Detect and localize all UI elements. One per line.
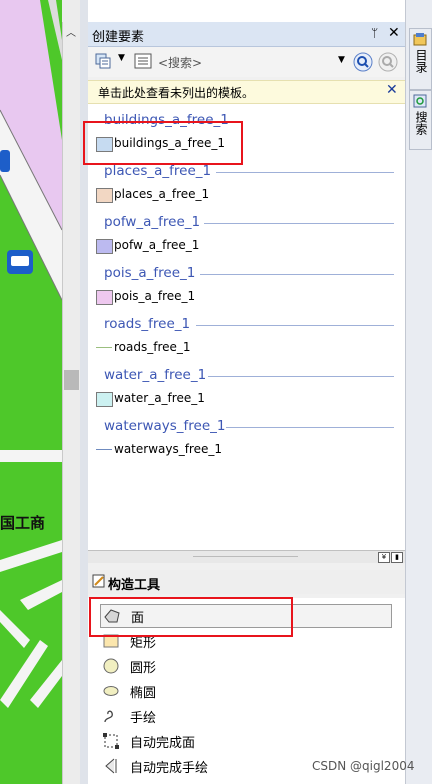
auto-complete-freehand-icon — [105, 758, 117, 774]
template-label: waterways_free_1 — [114, 442, 223, 456]
construction-tools-header: 构造工具 — [88, 570, 405, 594]
circle-icon — [103, 658, 119, 674]
panel-gap — [80, 0, 88, 784]
search-options-icon[interactable] — [378, 52, 398, 72]
hint-close-icon[interactable]: ✕ — [386, 82, 398, 98]
line-swatch — [96, 449, 112, 450]
highlight-box-template — [83, 121, 243, 165]
watermark: CSDN @qigl2004 — [312, 759, 415, 773]
search-dropdown-icon[interactable]: ▼ — [338, 55, 345, 65]
pin-icon[interactable]: ᛘ — [371, 26, 378, 40]
auto-complete-polygon-icon — [103, 733, 119, 749]
toggle-icon[interactable]: ▮ — [391, 552, 403, 563]
panel-toolbar: ▼ <搜索> ▼ — [88, 47, 405, 77]
template-label: roads_free_1 — [114, 340, 191, 354]
template-list: buildings_a_free_1 buildings_a_free_1 pl… — [88, 104, 405, 551]
tool-label: 圆形 — [130, 661, 157, 676]
fill-swatch — [96, 239, 113, 254]
tool-label: 椭圆 — [130, 686, 157, 701]
search-icon[interactable] — [353, 52, 373, 72]
template-label: pois_a_free_1 — [114, 289, 196, 303]
template-label: pofw_a_free_1 — [114, 238, 200, 252]
template-label: places_a_free_1 — [114, 187, 210, 201]
scroll-thumb[interactable] — [64, 370, 79, 390]
panel-title: 创建要素 — [92, 30, 145, 45]
map-canvas — [0, 0, 62, 708]
chevron-down-icon[interactable]: ▼ — [118, 53, 125, 63]
template-group-header: water_a_free_1 — [104, 367, 207, 383]
group-divider — [216, 172, 394, 173]
line-swatch — [96, 347, 112, 348]
fill-swatch — [96, 290, 113, 305]
group-divider — [196, 325, 394, 326]
construction-tools-icon — [92, 574, 105, 588]
freehand-icon — [104, 710, 113, 723]
tool-label: 手绘 — [130, 711, 157, 726]
group-divider — [208, 376, 394, 377]
template-label: water_a_free_1 — [114, 391, 205, 405]
catalog-icon — [413, 33, 427, 46]
construction-tools-title: 构造工具 — [108, 578, 161, 593]
group-divider — [200, 274, 394, 275]
search-icon — [413, 94, 427, 108]
tab-label: 搜索 — [414, 111, 428, 135]
fill-swatch — [96, 392, 113, 407]
tab-catalog[interactable]: 目录 — [409, 28, 432, 90]
group-divider — [226, 427, 394, 428]
map-view[interactable]: 国工商 — [0, 0, 62, 784]
tab-label: 目录 — [414, 49, 428, 73]
map-label: 国工商 — [0, 514, 46, 532]
tab-search[interactable]: 搜索 — [409, 90, 432, 150]
template-group-header: waterways_free_1 — [104, 418, 226, 434]
right-tab-strip: 目录 搜索 — [405, 0, 432, 784]
organize-templates-icon[interactable] — [95, 53, 111, 69]
group-divider — [204, 223, 394, 224]
splitter-grip[interactable] — [193, 556, 298, 557]
map-scrollbar[interactable]: ︿ — [62, 22, 81, 784]
fill-swatch — [96, 188, 113, 203]
ellipse-icon — [103, 686, 119, 696]
template-group-header: roads_free_1 — [104, 316, 191, 332]
template-properties-icon[interactable] — [134, 52, 152, 70]
template-group-header: pofw_a_free_1 — [104, 214, 201, 230]
search-input[interactable]: <搜索> — [158, 54, 328, 70]
template-group-header: places_a_free_1 — [104, 163, 212, 179]
scroll-up-icon[interactable]: ︿ — [66, 24, 76, 39]
close-icon[interactable]: ✕ — [388, 25, 400, 41]
panel-titlebar: 创建要素 ᛘ ✕ — [88, 22, 405, 47]
hint-bar[interactable]: 单击此处查看未列出的模板。 ✕ — [88, 80, 405, 104]
hint-text[interactable]: 单击此处查看未列出的模板。 — [98, 84, 254, 101]
tool-label: 自动完成手绘 — [130, 761, 209, 776]
tool-label: 自动完成面 — [130, 736, 196, 751]
highlight-box-polygon-tool — [89, 597, 293, 637]
template-group-header: pois_a_free_1 — [104, 265, 196, 281]
collapse-icon[interactable]: ¥ — [378, 552, 390, 563]
panel-splitter[interactable]: ¥ ▮ — [88, 551, 405, 563]
